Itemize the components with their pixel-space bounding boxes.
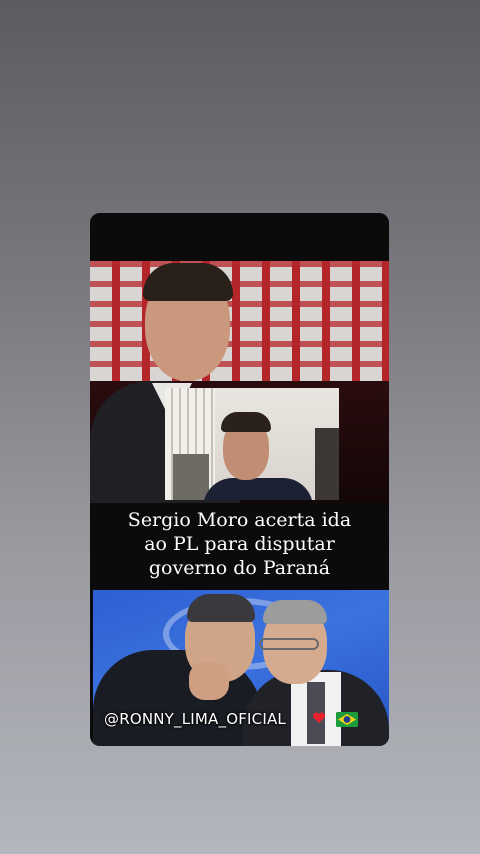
left-man-hand [189,662,229,700]
glasses [259,638,319,650]
inset-hair [221,412,271,432]
right-man-hair [263,600,327,624]
brazil-flag-icon [336,712,358,727]
watermark-handle: @RONNY_LIMA_OFICIAL [104,710,286,728]
inset-wall-dark [315,428,339,500]
story-card[interactable]: Sergio Moro acerta ida ao PL para disput… [90,213,389,746]
inset-video-frame [165,388,339,500]
moro-photo [90,261,389,503]
hair [143,263,233,301]
card-top-bar [90,213,389,261]
red-heart-icon [312,712,326,723]
shelf [173,454,209,500]
post-headline: Sergio Moro acerta ida ao PL para disput… [127,509,352,579]
inset-suit [203,478,313,500]
left-man-hair [187,594,255,622]
sign-pattern [90,261,389,401]
